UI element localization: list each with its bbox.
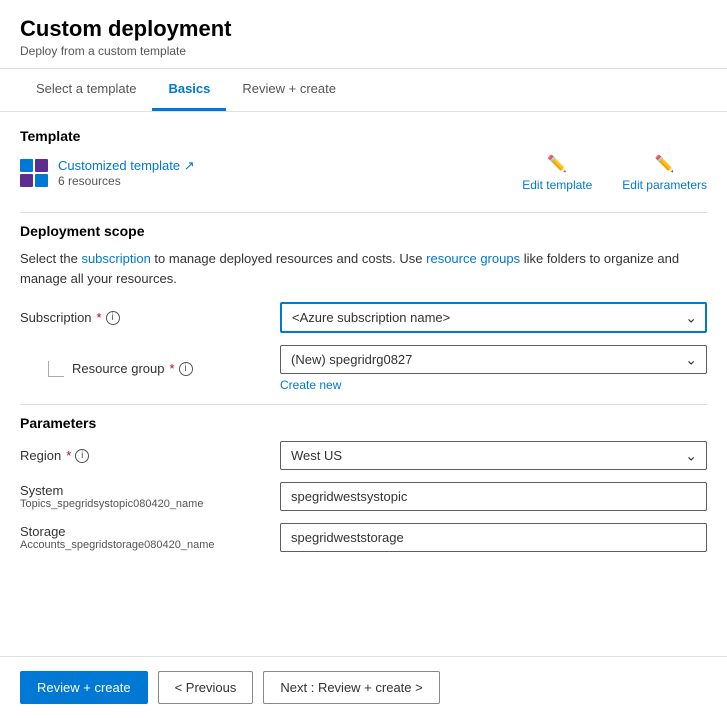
system-main-label: System — [20, 483, 280, 498]
icon-cell-4 — [35, 174, 48, 187]
resource-group-select-wrapper: (New) spegridrg0827 — [280, 345, 707, 374]
subscription-row: Subscription * i <Azure subscription nam… — [20, 302, 707, 333]
storage-input[interactable] — [280, 523, 707, 552]
template-name-link: Customized template ↗ — [58, 158, 195, 174]
divider-2 — [20, 404, 707, 405]
divider-1 — [20, 212, 707, 213]
storage-control — [280, 523, 707, 552]
region-row: Region * i West US — [20, 441, 707, 470]
subscription-select-wrapper: <Azure subscription name> — [280, 302, 707, 333]
resource-group-row: Resource group * i (New) spegridrg0827 C… — [20, 345, 707, 392]
footer: Review + create < Previous Next : Review… — [0, 656, 727, 718]
system-label-group: System Topics_spegridsystopic080420_name — [20, 483, 280, 510]
template-section-title: Template — [20, 128, 707, 144]
scope-description: Select the subscription to manage deploy… — [20, 249, 707, 288]
subscription-info-icon[interactable]: i — [106, 311, 120, 325]
tab-select-template[interactable]: Select a template — [20, 69, 152, 111]
storage-row: Storage Accounts_spegridstorage080420_na… — [20, 523, 707, 552]
region-control: West US — [280, 441, 707, 470]
region-info-icon[interactable]: i — [75, 449, 89, 463]
storage-label-group: Storage Accounts_spegridstorage080420_na… — [20, 524, 280, 551]
page-title: Custom deployment — [20, 16, 707, 42]
template-info: Customized template ↗ 6 resources — [20, 158, 195, 188]
tab-review-create[interactable]: Review + create — [226, 69, 352, 111]
main-content: Template Customized template ↗ — [0, 112, 727, 656]
edit-parameters-button[interactable]: ✏️ Edit parameters — [622, 154, 707, 192]
icon-cell-3 — [20, 174, 33, 187]
subscription-required: * — [97, 310, 102, 325]
icon-cell-1 — [20, 159, 33, 172]
review-create-button[interactable]: Review + create — [20, 671, 148, 704]
icon-cell-2 — [35, 159, 48, 172]
create-new-link[interactable]: Create new — [280, 378, 707, 392]
subscription-label: Subscription — [20, 310, 92, 325]
template-icon — [20, 159, 48, 187]
template-row: Customized template ↗ 6 resources ✏️ Edi… — [20, 154, 707, 192]
page-subtitle: Deploy from a custom template — [20, 44, 707, 58]
subscription-label-group: Subscription * i — [20, 310, 280, 325]
next-button[interactable]: Next : Review + create > — [263, 671, 439, 704]
parameters-section-title: Parameters — [20, 415, 707, 431]
resource-group-label-group: Resource group * i — [20, 361, 280, 377]
resource-group-control: (New) spegridrg0827 Create new — [280, 345, 707, 392]
storage-sub-label: Accounts_spegridstorage080420_name — [20, 539, 280, 551]
system-row: System Topics_spegridsystopic080420_name — [20, 482, 707, 511]
edit-parameters-icon: ✏️ — [655, 154, 675, 174]
resource-groups-link[interactable]: resource groups — [426, 251, 520, 266]
external-link-icon: ↗ — [184, 158, 195, 173]
resource-group-required: * — [170, 361, 175, 376]
template-details: Customized template ↗ 6 resources — [58, 158, 195, 188]
resource-group-label: Resource group — [72, 361, 165, 376]
template-actions: ✏️ Edit template ✏️ Edit parameters — [522, 154, 707, 192]
tab-basics[interactable]: Basics — [152, 69, 226, 111]
subscription-control: <Azure subscription name> — [280, 302, 707, 333]
subscription-select[interactable]: <Azure subscription name> — [280, 302, 707, 333]
resource-group-select[interactable]: (New) spegridrg0827 — [280, 345, 707, 374]
resource-group-info-icon[interactable]: i — [179, 362, 193, 376]
edit-template-icon: ✏️ — [547, 154, 567, 174]
page-header: Custom deployment Deploy from a custom t… — [0, 0, 727, 69]
storage-main-label: Storage — [20, 524, 280, 539]
subscription-link[interactable]: subscription — [81, 251, 150, 266]
system-control — [280, 482, 707, 511]
template-resources: 6 resources — [58, 174, 195, 188]
system-sub-label: Topics_spegridsystopic080420_name — [20, 498, 280, 510]
region-required: * — [66, 448, 71, 463]
region-label-group: Region * i — [20, 448, 280, 463]
deployment-scope-title: Deployment scope — [20, 223, 707, 239]
template-link[interactable]: Customized template ↗ — [58, 158, 195, 173]
indent-connector — [48, 361, 64, 377]
tabs-container: Select a template Basics Review + create — [0, 69, 727, 112]
previous-button[interactable]: < Previous — [158, 671, 254, 704]
edit-template-button[interactable]: ✏️ Edit template — [522, 154, 592, 192]
region-label: Region — [20, 448, 61, 463]
system-input[interactable] — [280, 482, 707, 511]
region-select[interactable]: West US — [280, 441, 707, 470]
region-select-wrapper: West US — [280, 441, 707, 470]
